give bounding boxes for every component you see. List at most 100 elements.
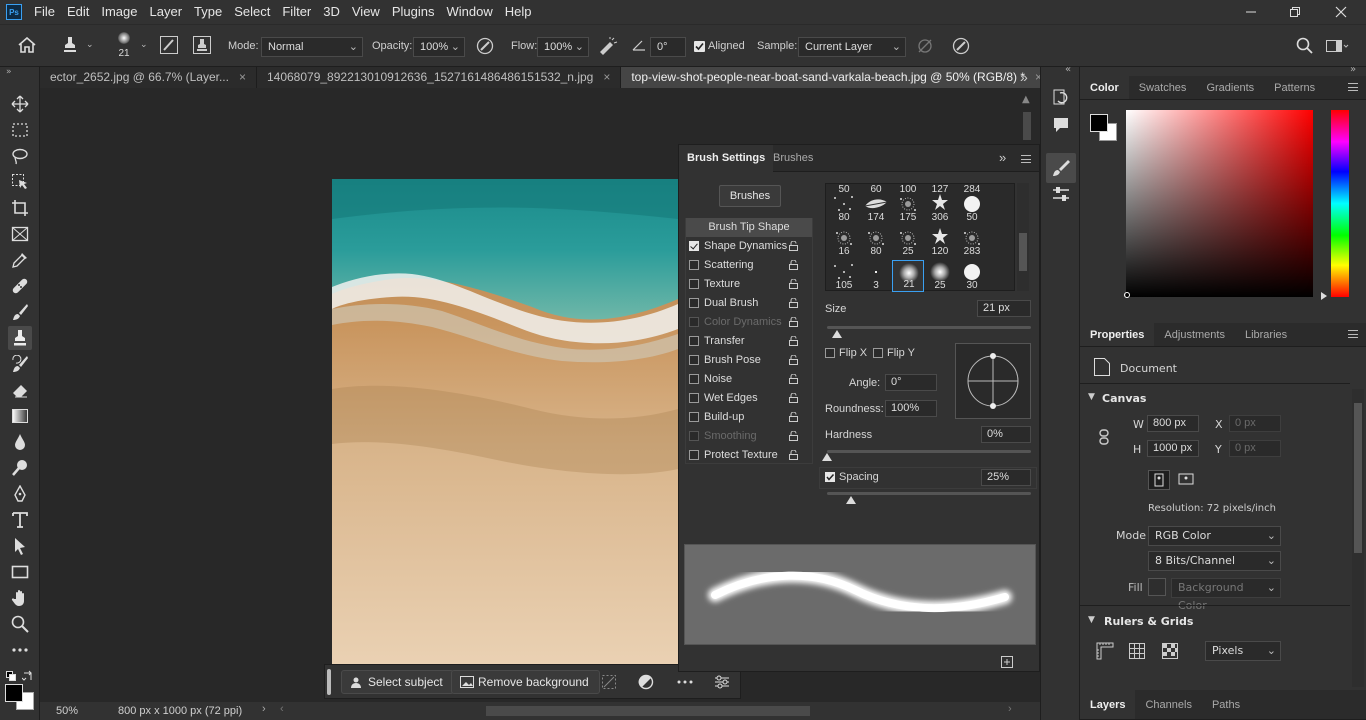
task-bar-settings-button[interactable]: [714, 674, 730, 690]
adjustments-panel-button[interactable]: [1051, 185, 1071, 205]
brush-option-shape-dynamics[interactable]: Shape Dynamics: [687, 237, 807, 256]
brush-option-noise[interactable]: Noise: [687, 370, 807, 389]
close-window-button[interactable]: [1318, 0, 1364, 24]
brush-picker-caret[interactable]: ⌄: [140, 39, 148, 50]
brush-option-texture[interactable]: Texture: [687, 275, 807, 294]
preset-dropdown-caret[interactable]: ⌄: [86, 39, 94, 50]
brush-tip-hard[interactable]: 30: [956, 260, 988, 292]
color-picker-marker[interactable]: [1124, 292, 1130, 298]
size-slider-knob[interactable]: [832, 330, 843, 338]
menu-file[interactable]: File: [28, 0, 61, 24]
fill-swatch[interactable]: [1148, 578, 1166, 596]
brush-angle-preview[interactable]: [955, 343, 1031, 419]
lasso-tool[interactable]: [8, 144, 32, 168]
spacing-slider-track[interactable]: [827, 492, 1031, 495]
tab-libraries[interactable]: Libraries: [1235, 323, 1297, 346]
panel-menu-icon[interactable]: [1348, 83, 1358, 91]
ignore-adjustment-layers-toggle[interactable]: [916, 37, 934, 55]
brush-tip-dot[interactable]: 3: [860, 260, 892, 292]
ruler-toggle[interactable]: [1096, 642, 1114, 660]
transform-button[interactable]: [601, 674, 617, 690]
history-brush-tool[interactable]: [8, 352, 32, 376]
mask-button[interactable]: [638, 674, 654, 690]
flow-field[interactable]: 100% ⌄: [537, 37, 589, 57]
brush-option-brush-tip-shape[interactable]: Brush Tip Shape: [686, 218, 812, 237]
remove-background-button[interactable]: Remove background: [451, 670, 600, 694]
properties-scrollbar[interactable]: [1352, 389, 1364, 687]
object-selection-tool[interactable]: [8, 170, 32, 194]
dodge-tool[interactable]: [8, 456, 32, 480]
lock-icon[interactable]: [789, 450, 798, 460]
hue-slider-marker[interactable]: [1321, 292, 1327, 300]
scroll-left-arrow[interactable]: ‹: [280, 703, 284, 715]
close-icon[interactable]: ×: [603, 70, 610, 84]
menu-3d[interactable]: 3D: [317, 0, 346, 24]
workspace-switcher[interactable]: [1326, 37, 1350, 55]
tab-gradients[interactable]: Gradients: [1196, 76, 1264, 99]
lock-icon[interactable]: [789, 279, 798, 289]
tab-color[interactable]: Color: [1080, 76, 1129, 99]
status-menu-arrow[interactable]: ›: [262, 703, 266, 715]
brush-tip-scatter[interactable]: 80: [828, 192, 860, 224]
crop-tool[interactable]: [8, 196, 32, 220]
menu-layer[interactable]: Layer: [144, 0, 189, 24]
tab-paths[interactable]: Paths: [1202, 690, 1250, 719]
hand-tool[interactable]: [8, 586, 32, 610]
collapse-right-icon[interactable]: »: [1350, 64, 1356, 75]
clone-stamp-tool-preset[interactable]: [60, 35, 80, 55]
brush-tip-spray[interactable]: 283: [956, 226, 988, 258]
x-field[interactable]: 0 px: [1229, 415, 1281, 432]
eraser-tool[interactable]: [8, 378, 32, 402]
link-dimensions-button[interactable]: [1098, 429, 1110, 445]
more-options-button[interactable]: [677, 674, 693, 690]
option-checkbox[interactable]: [689, 260, 699, 270]
brush-tip-soft[interactable]: 25: [924, 260, 956, 292]
scroll-right-arrow[interactable]: ›: [1008, 703, 1012, 715]
chevron-down-icon[interactable]: ▼: [1088, 392, 1095, 402]
brush-tip-scatter[interactable]: 105: [828, 260, 860, 292]
menu-plugins[interactable]: Plugins: [386, 0, 441, 24]
menu-view[interactable]: View: [346, 0, 386, 24]
expand-strip-icon[interactable]: «: [1065, 64, 1071, 75]
pen-tool[interactable]: [8, 482, 32, 506]
type-tool[interactable]: [8, 508, 32, 532]
lock-icon[interactable]: [789, 374, 798, 384]
hardness-field[interactable]: 0%: [981, 426, 1031, 443]
brush-option-brush-pose[interactable]: Brush Pose: [687, 351, 807, 370]
tab-patterns[interactable]: Patterns: [1264, 76, 1325, 99]
tab-brushes[interactable]: Brushes: [773, 145, 813, 172]
option-checkbox[interactable]: [689, 393, 699, 403]
tab-channels[interactable]: Channels: [1135, 690, 1201, 719]
grid-toggle[interactable]: [1128, 642, 1146, 660]
clone-stamp-tool[interactable]: [8, 326, 32, 350]
default-colors-icon[interactable]: [6, 671, 16, 681]
vertical-scrollbar-thumb[interactable]: [1023, 112, 1031, 140]
lock-icon[interactable]: [789, 412, 798, 422]
hue-slider[interactable]: [1331, 110, 1349, 297]
color-field[interactable]: [1126, 110, 1313, 297]
comments-panel-button[interactable]: [1051, 115, 1071, 135]
brush-tip-spray[interactable]: 16: [828, 226, 860, 258]
move-tool[interactable]: [8, 92, 32, 116]
rulers-grids-section-title[interactable]: Rulers & Grids: [1104, 615, 1193, 628]
tabs-overflow-icon[interactable]: »: [1020, 69, 1028, 85]
brush-option-dual-brush[interactable]: Dual Brush: [687, 294, 807, 313]
brush-option-color-dynamics[interactable]: Color Dynamics: [687, 313, 807, 332]
brush-tip-spray[interactable]: 25: [892, 226, 924, 258]
spacing-field[interactable]: 25%: [981, 469, 1031, 486]
healing-brush-tool[interactable]: [8, 274, 32, 298]
color-mode-dropdown[interactable]: RGB Color ⌄: [1148, 526, 1281, 546]
create-new-brush-button[interactable]: [1001, 656, 1013, 668]
tip-scrollbar[interactable]: [1017, 183, 1029, 291]
lock-icon[interactable]: [789, 336, 798, 346]
flip-x-checkbox[interactable]: [825, 348, 835, 358]
toggle-clone-source-button[interactable]: [193, 36, 211, 54]
close-icon[interactable]: ×: [239, 70, 246, 84]
option-checkbox[interactable]: [689, 450, 699, 460]
frame-tool[interactable]: [8, 222, 32, 246]
lock-icon[interactable]: [789, 431, 798, 441]
hardness-slider-knob[interactable]: [822, 453, 832, 461]
airbrush-toggle[interactable]: [598, 37, 618, 55]
option-checkbox[interactable]: [689, 431, 699, 441]
size-slider-track[interactable]: [827, 326, 1031, 329]
